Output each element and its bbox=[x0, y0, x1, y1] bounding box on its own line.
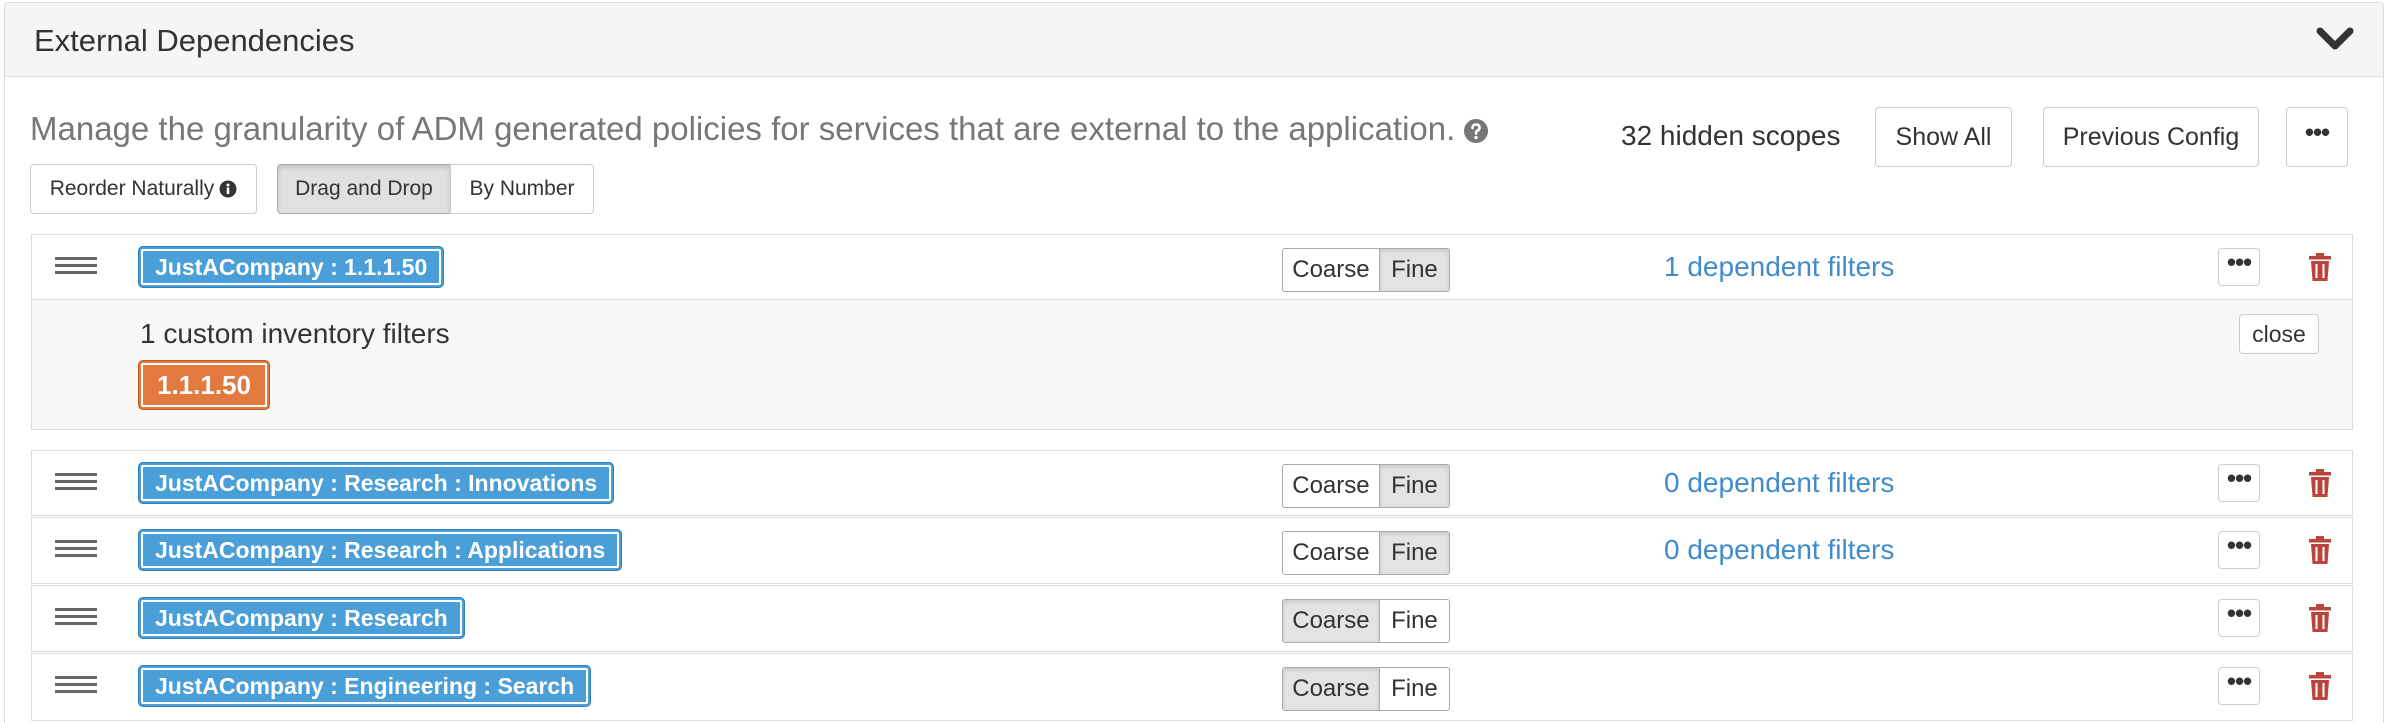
panel-title: External Dependencies bbox=[34, 23, 355, 58]
row-more-button[interactable]: ••• bbox=[2218, 531, 2260, 569]
dependent-filters-link[interactable]: 0 dependent filters bbox=[1664, 534, 1894, 566]
scope-tag: JustACompany : 1.1.1.50 bbox=[139, 247, 444, 287]
ellipsis-icon: ••• bbox=[2226, 598, 2252, 628]
coarse-option[interactable]: Coarse bbox=[1283, 249, 1380, 291]
scope-tag: JustACompany : Research : Innovations bbox=[139, 463, 614, 503]
trash-icon[interactable] bbox=[2307, 535, 2333, 565]
coarse-option[interactable]: Coarse bbox=[1283, 600, 1380, 642]
show-all-button[interactable]: Show All bbox=[1875, 107, 2012, 167]
panel-header[interactable]: External Dependencies bbox=[5, 3, 2383, 77]
granularity-toggle: Coarse Fine bbox=[1282, 599, 1450, 643]
coarse-option[interactable]: Coarse bbox=[1283, 532, 1380, 574]
ellipsis-icon: ••• bbox=[2226, 666, 2252, 696]
granularity-toggle: Coarse Fine bbox=[1282, 248, 1450, 292]
fine-option[interactable]: Fine bbox=[1380, 600, 1449, 642]
granularity-toggle: Coarse Fine bbox=[1282, 531, 1450, 575]
scope-tag: JustACompany : Research : Applications bbox=[139, 530, 622, 570]
fine-option[interactable]: Fine bbox=[1379, 465, 1449, 507]
fine-option[interactable]: Fine bbox=[1380, 668, 1449, 710]
drag-and-drop-toggle[interactable]: Drag and Drop bbox=[277, 164, 451, 214]
drag-handle-icon[interactable] bbox=[55, 257, 97, 277]
description-text: Manage the granularity of ADM generated … bbox=[30, 110, 1456, 147]
dependent-filters-link[interactable]: 1 dependent filters bbox=[1664, 251, 1894, 283]
more-options-button[interactable]: ••• bbox=[2286, 107, 2348, 167]
ellipsis-icon: ••• bbox=[2304, 117, 2330, 147]
scope-tag: JustACompany : Research bbox=[139, 598, 464, 638]
info-circle-icon bbox=[219, 180, 237, 198]
drag-handle-icon[interactable] bbox=[55, 608, 97, 628]
previous-config-button[interactable]: Previous Config bbox=[2043, 107, 2259, 167]
reorder-naturally-label: Reorder Naturally bbox=[49, 177, 215, 200]
granularity-toggle: Coarse Fine bbox=[1282, 667, 1450, 711]
scope-row[interactable]: JustACompany : Research Coarse Fine ••• bbox=[31, 585, 2353, 652]
custom-filters-label: 1 custom inventory filters bbox=[140, 318, 450, 349]
question-circle-icon[interactable] bbox=[1463, 118, 1489, 144]
row-more-button[interactable]: ••• bbox=[2218, 667, 2260, 705]
scope-tag: JustACompany : Engineering : Search bbox=[139, 666, 591, 706]
scope-row[interactable]: JustACompany : Research : Innovations Co… bbox=[31, 450, 2353, 516]
trash-icon[interactable] bbox=[2307, 671, 2333, 701]
row-more-button[interactable]: ••• bbox=[2218, 248, 2260, 286]
row-more-button[interactable]: ••• bbox=[2218, 464, 2260, 502]
close-button[interactable]: close bbox=[2239, 314, 2319, 354]
description: Manage the granularity of ADM generated … bbox=[30, 110, 1489, 148]
scope-row[interactable]: JustACompany : Engineering : Search Coar… bbox=[31, 653, 2353, 721]
granularity-toggle: Coarse Fine bbox=[1282, 464, 1450, 508]
reorder-naturally-button[interactable]: Reorder Naturally bbox=[30, 164, 257, 214]
row-more-button[interactable]: ••• bbox=[2218, 599, 2260, 637]
coarse-option[interactable]: Coarse bbox=[1283, 668, 1380, 710]
ellipsis-icon: ••• bbox=[2226, 530, 2252, 560]
trash-icon[interactable] bbox=[2307, 252, 2333, 282]
ellipsis-icon: ••• bbox=[2226, 247, 2252, 277]
drag-handle-icon[interactable] bbox=[55, 540, 97, 560]
scope-row[interactable]: JustACompany : Research : Applications C… bbox=[31, 517, 2353, 584]
ellipsis-icon: ••• bbox=[2226, 463, 2252, 493]
inventory-filter-tag[interactable]: 1.1.1.50 bbox=[139, 361, 269, 409]
trash-icon[interactable] bbox=[2307, 468, 2333, 498]
scope-row[interactable]: JustACompany : 1.1.1.50 Coarse Fine 1 de… bbox=[31, 234, 2353, 300]
coarse-option[interactable]: Coarse bbox=[1283, 465, 1380, 507]
fine-option[interactable]: Fine bbox=[1379, 249, 1449, 291]
dependent-filters-link[interactable]: 0 dependent filters bbox=[1664, 467, 1894, 499]
trash-icon[interactable] bbox=[2307, 603, 2333, 633]
hidden-scopes-count: 32 hidden scopes bbox=[1621, 120, 1841, 151]
fine-option[interactable]: Fine bbox=[1379, 532, 1449, 574]
drag-handle-icon[interactable] bbox=[55, 473, 97, 493]
expanded-details: 1 custom inventory filters 1.1.1.50 clos… bbox=[31, 300, 2353, 430]
by-number-toggle[interactable]: By Number bbox=[450, 164, 594, 214]
drag-handle-icon[interactable] bbox=[55, 676, 97, 696]
chevron-down-icon[interactable] bbox=[2315, 23, 2355, 57]
